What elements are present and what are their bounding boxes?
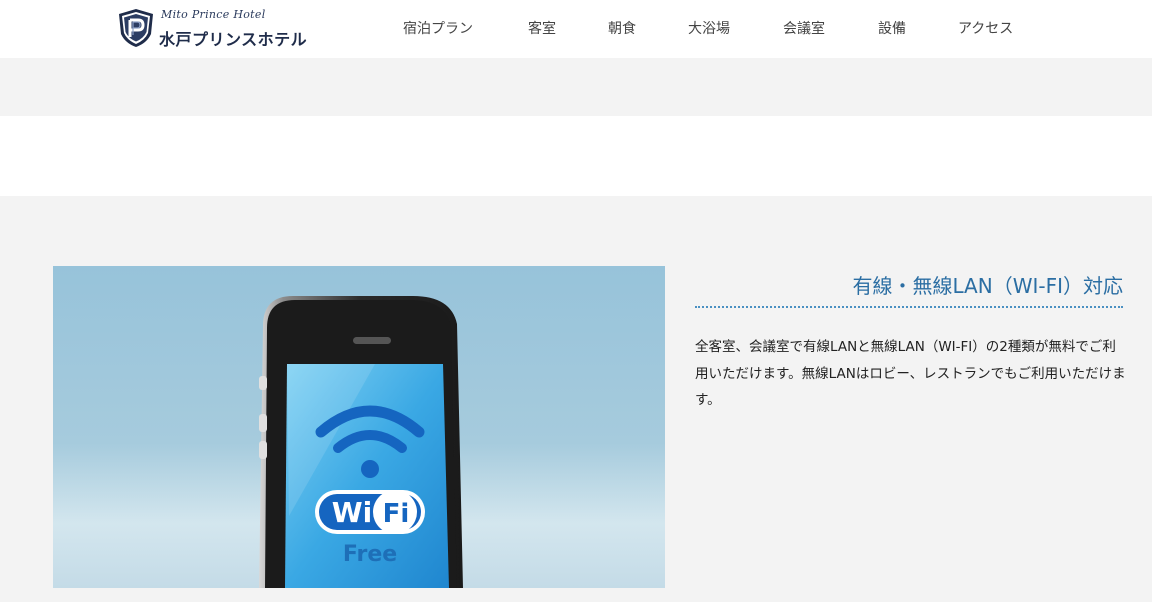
smartphone-wifi-illustration: Wi Fi Free [53,266,665,588]
nav-item-bath[interactable]: 大浴場 [688,18,730,38]
gray-band [0,58,1152,116]
site-header: Mito Prince Hotel 水戸プリンスホテル 宿泊プラン 客室 朝食 … [0,0,1152,58]
nav-item-plans[interactable]: 宿泊プラン [403,18,473,38]
feature-description: 全客室、会議室で有線LANと無線LAN（WI-FI）の2種類が無料でご利用いただ… [695,339,1126,408]
nav-item-meeting-rooms[interactable]: 会議室 [783,18,825,38]
wifi-feature-section: Wi Fi Free 有線・無線LAN（WI-FI）対応 全客室、会議室で有線L… [0,196,1152,602]
title-divider [695,306,1123,308]
nav-item-access[interactable]: アクセス [958,18,1013,38]
wifi-phone-image: Wi Fi Free [53,266,665,588]
main-nav: 宿泊プラン 客室 朝食 大浴場 会議室 設備 アクセス [0,0,1152,58]
white-band [0,116,1152,196]
badge-fi-text: Fi [383,499,410,529]
feature-title: 有線・無線LAN（WI-FI）対応 [852,274,1123,298]
nav-item-breakfast[interactable]: 朝食 [608,18,636,38]
free-text: Free [343,542,397,567]
badge-wi-text: Wi [332,496,372,529]
nav-item-rooms[interactable]: 客室 [528,18,556,38]
nav-item-facilities[interactable]: 設備 [878,18,906,38]
